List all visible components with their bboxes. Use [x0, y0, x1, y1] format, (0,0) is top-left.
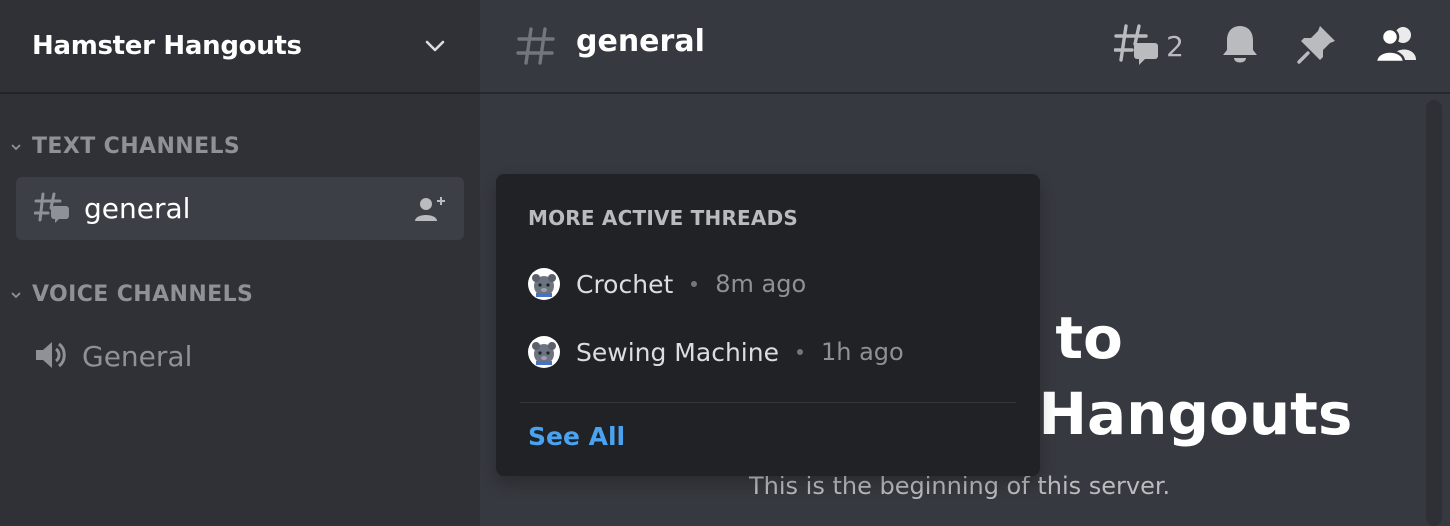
separator-dot	[796, 349, 803, 355]
chevron-down-icon[interactable]	[422, 33, 448, 59]
thread-name: Crochet	[576, 269, 674, 299]
thread-time: 1h ago	[820, 338, 904, 366]
category-label: TEXT CHANNELS	[32, 134, 241, 159]
active-threads-popup: MORE ACTIVE THREADS Crochet 8m ago Sewin…	[496, 174, 1040, 476]
category-voice-channels[interactable]: VOICE CHANNELS	[8, 282, 253, 307]
thread-name: Sewing Machine	[576, 337, 779, 367]
caret-down-icon	[8, 287, 24, 303]
server-name: Hamster Hangouts	[32, 31, 302, 61]
notifications-button[interactable]	[1220, 23, 1260, 69]
thread-item[interactable]: Sewing Machine 1h ago	[528, 336, 904, 368]
channel-sidebar: Hamster Hangouts TEXT CHANNELS general V…	[0, 0, 480, 526]
bell-icon	[1220, 23, 1260, 69]
channel-header: general 2	[480, 0, 1450, 94]
server-header[interactable]: Hamster Hangouts	[0, 0, 480, 94]
thread-time: 8m ago	[715, 270, 807, 298]
pinned-messages-button[interactable]	[1296, 23, 1338, 69]
threads-icon	[1113, 22, 1160, 70]
caret-down-icon	[8, 139, 24, 155]
channel-label: General	[82, 340, 193, 373]
category-text-channels[interactable]: TEXT CHANNELS	[8, 134, 240, 159]
threads-button[interactable]: 2	[1113, 22, 1184, 70]
hashtag-icon	[516, 26, 556, 70]
welcome-subtitle: This is the beginning of this server.	[749, 472, 1171, 500]
channel-title: general	[576, 24, 705, 59]
speaker-icon	[34, 339, 68, 375]
member-list-button[interactable]	[1374, 24, 1418, 68]
channel-item-general[interactable]: general	[16, 177, 464, 240]
scrollbar[interactable]	[1426, 100, 1442, 526]
pin-icon	[1296, 23, 1338, 69]
separator-dot	[691, 281, 698, 287]
thread-item[interactable]: Crochet 8m ago	[528, 268, 806, 300]
add-member-icon[interactable]	[414, 195, 448, 227]
see-all-link[interactable]: See All	[528, 422, 625, 451]
voice-channel-general[interactable]: General	[16, 325, 464, 388]
avatar	[528, 336, 560, 368]
thread-channel-icon	[33, 190, 70, 228]
divider	[520, 402, 1016, 403]
members-icon	[1374, 24, 1418, 68]
channel-label: general	[84, 192, 191, 225]
category-label: VOICE CHANNELS	[32, 282, 254, 307]
thread-count: 2	[1166, 29, 1184, 63]
popup-title: MORE ACTIVE THREADS	[528, 206, 799, 230]
avatar	[528, 268, 560, 300]
